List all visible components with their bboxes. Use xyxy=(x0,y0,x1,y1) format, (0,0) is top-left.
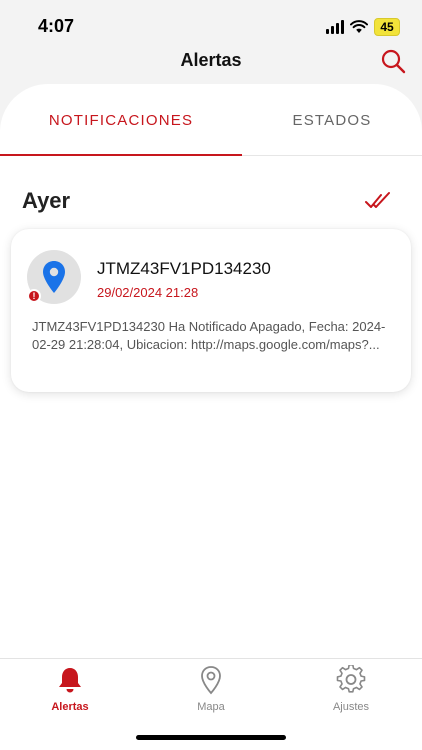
notification-body: JTMZ43FV1PD134230 Ha Notificado Apagado,… xyxy=(32,319,386,352)
location-pin-icon xyxy=(43,261,65,293)
tabbar-item-ajustes[interactable]: Ajustes xyxy=(311,665,391,719)
bell-icon xyxy=(59,668,81,693)
alert-badge: ! xyxy=(27,289,41,303)
tab-estados-label: ESTADOS xyxy=(292,112,372,129)
gear-icon xyxy=(336,665,366,693)
tabbar-item-alertas[interactable]: Alertas xyxy=(30,665,110,719)
notification-date: 29/02/2024 21:28 xyxy=(97,285,199,300)
page-title: Alertas xyxy=(180,50,242,70)
tabbar-label-alertas: Alertas xyxy=(51,701,89,713)
home-indicator xyxy=(136,735,286,740)
tab-notificaciones-label: NOTIFICACIONES xyxy=(48,112,194,129)
cellular-signal-icon xyxy=(326,20,344,34)
wifi-icon xyxy=(350,20,368,33)
tabbar-item-mapa[interactable]: Mapa xyxy=(171,665,251,719)
tabbar-label-mapa: Mapa xyxy=(197,701,225,713)
battery-level: 45 xyxy=(374,18,400,36)
tab-notificaciones[interactable]: NOTIFICACIONES xyxy=(0,112,242,156)
status-icons: 45 xyxy=(326,18,400,36)
tab-estados[interactable]: ESTADOS xyxy=(242,112,422,156)
section-title: Ayer xyxy=(22,188,71,213)
mark-all-read-button[interactable] xyxy=(364,190,392,212)
tab-bar-top: NOTIFICACIONES ESTADOS xyxy=(0,84,422,156)
double-check-icon xyxy=(365,192,390,208)
status-time: 4:07 xyxy=(38,16,75,36)
map-pin-icon xyxy=(201,666,221,695)
notification-title: JTMZ43FV1PD134230 xyxy=(97,259,271,278)
notification-card[interactable]: ! JTMZ43FV1PD134230 29/02/2024 21:28 JTM… xyxy=(11,229,411,392)
tabbar-label-ajustes: Ajustes xyxy=(332,701,370,713)
search-icon xyxy=(381,49,406,74)
search-button[interactable] xyxy=(378,46,408,76)
app-header: Alertas xyxy=(0,44,422,80)
content-sheet: NOTIFICACIONES ESTADOS Ayer ! JTMZ43FV1P… xyxy=(0,84,422,658)
active-tab-indicator xyxy=(0,154,242,156)
